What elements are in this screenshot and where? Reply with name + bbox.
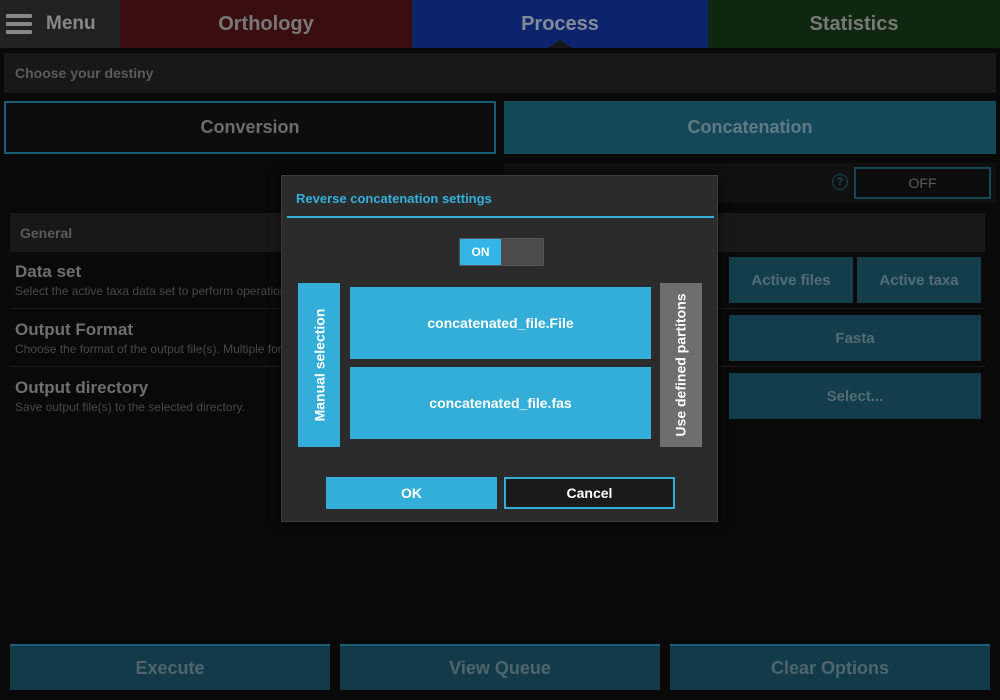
use-defined-partitions-label: Use defined partitons [673, 293, 690, 437]
dialog-title: Reverse concatenation settings [296, 191, 492, 206]
manual-selection-label: Manual selection [311, 308, 327, 422]
ok-button[interactable]: OK [326, 477, 497, 509]
cancel-button[interactable]: Cancel [504, 477, 675, 509]
reverse-concatenation-dialog: Reverse concatenation settings ON Manual… [281, 175, 718, 522]
use-defined-partitions-button[interactable]: Use defined partitons [660, 283, 702, 447]
switch-knob[interactable] [501, 239, 543, 265]
file-item-concatenated-file-fas[interactable]: concatenated_file.fas [350, 367, 651, 439]
manual-selection-button[interactable]: Manual selection [298, 283, 340, 447]
file-item-concatenated-file-file[interactable]: concatenated_file.File [350, 287, 651, 359]
dialog-title-rule [287, 216, 714, 218]
switch-on-label: ON [460, 239, 501, 265]
partition-switch[interactable]: ON [459, 238, 544, 266]
